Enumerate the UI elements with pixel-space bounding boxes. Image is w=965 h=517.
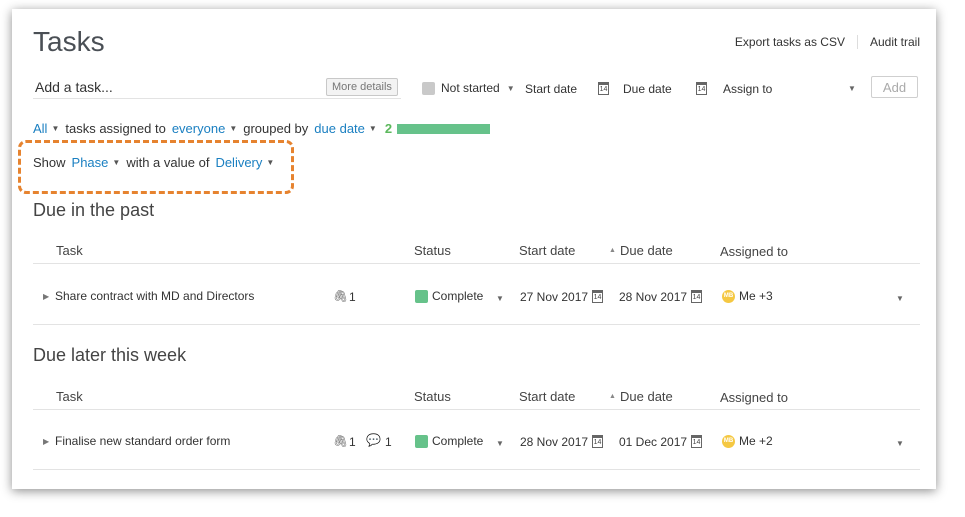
chevron-down-icon[interactable]: ▼	[369, 124, 377, 133]
audit-trail-link[interactable]: Audit trail	[870, 35, 920, 49]
column-status[interactable]: Status	[414, 243, 451, 258]
avatar: MB	[722, 435, 735, 449]
export-csv-link[interactable]: Export tasks as CSV	[735, 35, 845, 49]
add-task-row: More details Not started ▼ Start date 14…	[33, 76, 920, 102]
paperclip-icon: 🖇	[333, 434, 349, 448]
status-swatch	[415, 435, 428, 449]
filter-bar: All ▼ tasks assigned to everyone ▼ group…	[33, 121, 491, 136]
delivery-dropdown[interactable]: Delivery	[215, 155, 262, 170]
assignee-label: Me +3	[739, 289, 773, 303]
filter-text: tasks assigned to	[65, 121, 166, 136]
column-assigned[interactable]: Assigned to	[720, 390, 788, 405]
sort-up-icon: ▲	[609, 393, 616, 400]
task-count: 2	[384, 121, 393, 136]
progress-bar	[397, 123, 491, 134]
comment-count: 1	[385, 435, 392, 449]
task-name[interactable]: Share contract with MD and Directors	[55, 289, 254, 303]
calendar-icon[interactable]: 14	[691, 435, 702, 448]
assignee-cell[interactable]: MB Me +2	[722, 434, 773, 449]
column-status[interactable]: Status	[414, 389, 451, 404]
calendar-icon[interactable]: 14	[696, 82, 707, 95]
status-cell[interactable]: Complete	[415, 434, 484, 449]
status-label: Complete	[432, 434, 484, 448]
filter-text: grouped by	[243, 121, 309, 136]
status-label: Not started	[441, 81, 500, 95]
calendar-icon[interactable]: 14	[598, 82, 609, 95]
show-label: Show	[33, 155, 66, 170]
chevron-down-icon[interactable]: ▼	[496, 439, 504, 448]
show-text: with a value of	[126, 155, 210, 170]
attachment-count: 1	[349, 290, 356, 304]
table-row[interactable]: ▶ Finalise new standard order form 🖇 1 💬…	[33, 415, 920, 470]
chevron-down-icon: ▼	[506, 83, 515, 93]
row-menu-chevron-icon[interactable]: ▼	[896, 294, 904, 303]
calendar-icon[interactable]: 14	[592, 435, 603, 448]
paperclip-icon: 🖇	[333, 289, 349, 303]
top-links: Export tasks as CSV Audit trail	[735, 35, 920, 49]
section-title: Due in the past	[33, 200, 155, 220]
assignee-cell[interactable]: MB Me +3	[722, 289, 773, 304]
calendar-icon[interactable]: 14	[592, 290, 603, 303]
assign-to-field[interactable]: Assign to	[723, 82, 772, 96]
table-header: Task Status Start date ▲ Due date Assign…	[33, 389, 920, 410]
calendar-icon[interactable]: 14	[691, 290, 702, 303]
scope-dropdown[interactable]: All	[33, 121, 47, 136]
assignee-label: Me +2	[739, 434, 773, 448]
column-due-date[interactable]: Due date	[620, 243, 673, 258]
phase-dropdown[interactable]: Phase	[72, 155, 109, 170]
group-dropdown[interactable]: due date	[314, 121, 365, 136]
add-button[interactable]: Add	[871, 76, 918, 98]
expand-arrow-icon[interactable]: ▶	[43, 437, 49, 446]
assignee-dropdown[interactable]: everyone	[172, 121, 225, 136]
chevron-down-icon[interactable]: ▼	[112, 158, 120, 167]
start-date-field[interactable]: Start date	[525, 82, 577, 96]
sort-up-icon: ▲	[609, 247, 616, 254]
start-date: 27 Nov 2017	[520, 290, 589, 304]
tasks-panel: Tasks Export tasks as CSV Audit trail Mo…	[12, 9, 936, 489]
chevron-down-icon[interactable]: ▼	[496, 294, 504, 303]
column-task[interactable]: Task	[56, 389, 83, 404]
page-title: Tasks	[33, 26, 105, 57]
comment-icon: 💬	[366, 433, 381, 447]
column-start-date[interactable]: Start date	[519, 389, 575, 404]
column-due-date[interactable]: Due date	[620, 389, 673, 404]
expand-arrow-icon[interactable]: ▶	[43, 292, 49, 301]
chevron-down-icon[interactable]: ▼	[51, 124, 59, 133]
task-name[interactable]: Finalise new standard order form	[55, 434, 230, 448]
column-task[interactable]: Task	[56, 243, 83, 258]
divider	[856, 35, 858, 49]
chevron-down-icon[interactable]: ▼	[229, 124, 237, 133]
table-header: Task Status Start date ▲ Due date Assign…	[33, 243, 920, 264]
due-date: 28 Nov 2017	[619, 290, 688, 304]
chevron-down-icon[interactable]: ▼	[266, 158, 274, 167]
due-date-field[interactable]: Due date	[623, 82, 672, 96]
attachment-count: 1	[349, 435, 356, 449]
status-swatch	[415, 290, 428, 304]
more-details-button[interactable]: More details	[326, 78, 398, 96]
start-date: 28 Nov 2017	[520, 435, 589, 449]
due-date: 01 Dec 2017	[619, 435, 688, 449]
row-menu-chevron-icon[interactable]: ▼	[896, 439, 904, 448]
status-cell[interactable]: Complete	[415, 289, 484, 304]
status-dropdown[interactable]: Not started ▼	[422, 81, 515, 95]
column-start-date[interactable]: Start date	[519, 243, 575, 258]
chevron-down-icon[interactable]: ▼	[848, 84, 856, 93]
section-title: Due later this week	[33, 345, 187, 365]
show-filter: Show Phase ▼ with a value of Delivery ▼	[33, 155, 280, 170]
status-swatch	[422, 81, 435, 95]
avatar: MB	[722, 290, 735, 304]
status-label: Complete	[432, 289, 484, 303]
table-row[interactable]: ▶ Share contract with MD and Directors 🖇…	[33, 270, 920, 325]
column-assigned[interactable]: Assigned to	[720, 244, 788, 259]
